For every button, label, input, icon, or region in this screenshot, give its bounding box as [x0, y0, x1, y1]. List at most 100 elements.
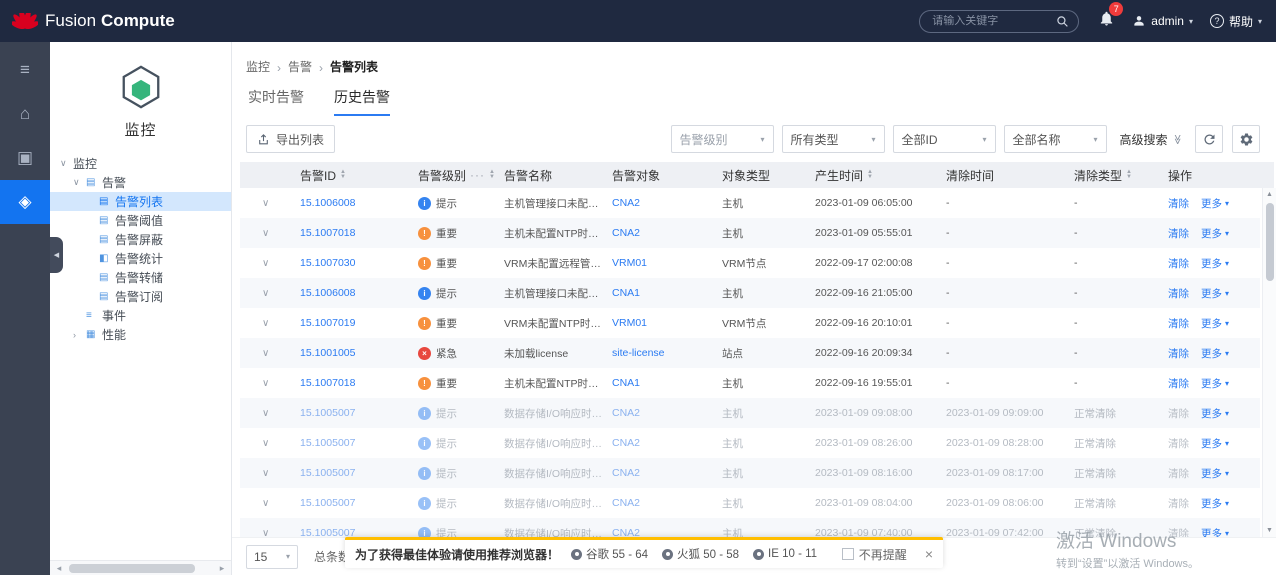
alarm-id-link[interactable]: 15.1005007: [300, 437, 355, 449]
clear-action-link[interactable]: 清除: [1168, 376, 1189, 391]
more-action-link[interactable]: 更多 ▾: [1201, 436, 1229, 451]
alarm-id-link[interactable]: 15.1005007: [300, 467, 355, 479]
tree-caret-icon[interactable]: ›: [73, 330, 86, 340]
sidebar-horizontal-scrollbar[interactable]: ◂ ▸: [50, 560, 231, 575]
more-action-link[interactable]: 更多 ▾: [1201, 226, 1229, 241]
column-cleartype[interactable]: 清除类型 ▲ ▼: [1066, 162, 1160, 188]
clear-action-link[interactable]: 清除: [1168, 256, 1189, 271]
row-expand-icon[interactable]: ∨: [262, 348, 269, 359]
scroll-right-icon[interactable]: ▸: [216, 563, 228, 574]
more-action-link[interactable]: 更多 ▾: [1201, 256, 1229, 271]
row-expand-icon[interactable]: ∨: [262, 318, 269, 329]
breadcrumb-item[interactable]: 告警: [288, 58, 312, 75]
help-menu[interactable]: ? 帮助 ▾: [1209, 13, 1262, 30]
alarm-object-link[interactable]: site-license: [612, 347, 665, 359]
alarm-id-link[interactable]: 15.1006008: [300, 287, 355, 299]
tree-item-alarm-threshold[interactable]: ▤ 告警阈值: [50, 211, 231, 230]
alarm-object-link[interactable]: VRM01: [612, 257, 647, 269]
more-action-link[interactable]: 更多 ▾: [1201, 286, 1229, 301]
tree-item-event[interactable]: ≡ 事件: [50, 306, 231, 325]
tree-item-alarm-list[interactable]: ▤ 告警列表: [50, 192, 231, 211]
alarm-object-link[interactable]: CNA2: [612, 197, 640, 209]
tab-history[interactable]: 历史告警: [334, 87, 390, 116]
more-action-link[interactable]: 更多 ▾: [1201, 406, 1229, 421]
rail-item-menu[interactable]: ≡: [0, 48, 50, 92]
notifications-button[interactable]: 7: [1098, 2, 1124, 32]
user-menu[interactable]: admin ▾: [1132, 14, 1193, 28]
tree-caret-icon[interactable]: ∨: [60, 158, 73, 169]
row-expand-icon[interactable]: ∨: [262, 408, 269, 419]
advanced-search[interactable]: 高级搜索 ≫: [1120, 131, 1183, 148]
tree-item-alarm[interactable]: ∨ ▤ 告警: [50, 173, 231, 192]
breadcrumb-item[interactable]: 监控: [246, 58, 270, 75]
scrollbar-thumb[interactable]: [1265, 203, 1274, 281]
filter-level[interactable]: 告警级别 ▾: [670, 125, 774, 153]
clear-action-link[interactable]: 清除: [1168, 316, 1189, 331]
tree-caret-icon[interactable]: ∨: [73, 177, 86, 188]
export-list-button[interactable]: 导出列表: [246, 125, 336, 153]
settings-button[interactable]: [1232, 125, 1260, 153]
alarm-object-link[interactable]: CNA2: [612, 527, 640, 537]
table-vertical-scrollbar[interactable]: ▲ ▼: [1262, 188, 1276, 537]
row-expand-icon[interactable]: ∨: [262, 468, 269, 479]
more-action-link[interactable]: 更多 ▾: [1201, 376, 1229, 391]
tab-realtime[interactable]: 实时告警: [248, 87, 304, 116]
search-input[interactable]: [932, 15, 1057, 27]
alarm-id-link[interactable]: 15.1005007: [300, 527, 355, 537]
more-action-link[interactable]: 更多 ▾: [1201, 496, 1229, 511]
more-action-link[interactable]: 更多 ▾: [1201, 316, 1229, 331]
row-expand-icon[interactable]: ∨: [262, 258, 269, 269]
filter-dots-icon[interactable]: ···: [470, 168, 485, 182]
row-expand-icon[interactable]: ∨: [262, 288, 269, 299]
alarm-id-link[interactable]: 15.1007018: [300, 227, 355, 239]
column-level[interactable]: 告警级别 ··· ▲ ▼: [410, 162, 496, 188]
banner-close-icon[interactable]: ×: [925, 546, 933, 562]
sort-icon[interactable]: ▲ ▼: [867, 169, 873, 180]
scroll-left-icon[interactable]: ◂: [53, 563, 65, 574]
alarm-object-link[interactable]: CNA2: [612, 437, 640, 449]
filter-id[interactable]: 全部ID ▾: [892, 125, 996, 153]
clear-action-link[interactable]: 清除: [1168, 286, 1189, 301]
sidebar-collapse-button[interactable]: ◀: [50, 237, 63, 273]
more-action-link[interactable]: 更多 ▾: [1201, 196, 1229, 211]
clear-action-link[interactable]: 清除: [1168, 346, 1189, 361]
filter-name[interactable]: 全部名称 ▾: [1003, 125, 1107, 153]
sort-icon[interactable]: ▲ ▼: [489, 169, 495, 180]
global-search[interactable]: [919, 9, 1080, 33]
more-action-link[interactable]: 更多 ▾: [1201, 526, 1229, 538]
alarm-object-link[interactable]: CNA2: [612, 497, 640, 509]
alarm-id-link[interactable]: 15.1007019: [300, 317, 355, 329]
row-expand-icon[interactable]: ∨: [262, 198, 269, 209]
rail-item-resource[interactable]: ◈: [0, 180, 50, 224]
alarm-id-link[interactable]: 15.1006008: [300, 197, 355, 209]
tree-item-performance[interactable]: › ▦ 性能: [50, 325, 231, 344]
column-id[interactable]: 告警ID ▲ ▼: [292, 162, 410, 188]
row-expand-icon[interactable]: ∨: [262, 528, 269, 538]
alarm-id-link[interactable]: 15.1001005: [300, 347, 355, 359]
page-size-select[interactable]: 15 ▾: [246, 544, 298, 569]
tree-item-alarm-subscription[interactable]: ▤ 告警订阅: [50, 287, 231, 306]
alarm-object-link[interactable]: CNA2: [612, 227, 640, 239]
more-action-link[interactable]: 更多 ▾: [1201, 346, 1229, 361]
rail-item-home[interactable]: ⌂: [0, 92, 50, 136]
row-expand-icon[interactable]: ∨: [262, 498, 269, 509]
clear-action-link[interactable]: 清除: [1168, 196, 1189, 211]
row-expand-icon[interactable]: ∨: [262, 228, 269, 239]
alarm-object-link[interactable]: CNA2: [612, 467, 640, 479]
alarm-id-link[interactable]: 15.1005007: [300, 407, 355, 419]
refresh-button[interactable]: [1195, 125, 1223, 153]
alarm-id-link[interactable]: 15.1007030: [300, 257, 355, 269]
scroll-down-icon[interactable]: ▼: [1266, 524, 1273, 537]
tree-item-monitor-root[interactable]: ∨ 监控: [50, 154, 231, 173]
alarm-object-link[interactable]: CNA1: [612, 377, 640, 389]
clear-action-link[interactable]: 清除: [1168, 226, 1189, 241]
tree-item-alarm-stats[interactable]: ◧ 告警统计: [50, 249, 231, 268]
scroll-up-icon[interactable]: ▲: [1266, 188, 1273, 201]
alarm-id-link[interactable]: 15.1005007: [300, 497, 355, 509]
row-expand-icon[interactable]: ∨: [262, 378, 269, 389]
row-expand-icon[interactable]: ∨: [262, 438, 269, 449]
tree-item-alarm-mask[interactable]: ▤ 告警屏蔽: [50, 230, 231, 249]
sort-icon[interactable]: ▲ ▼: [340, 169, 346, 180]
search-icon[interactable]: [1056, 15, 1069, 28]
alarm-id-link[interactable]: 15.1007018: [300, 377, 355, 389]
